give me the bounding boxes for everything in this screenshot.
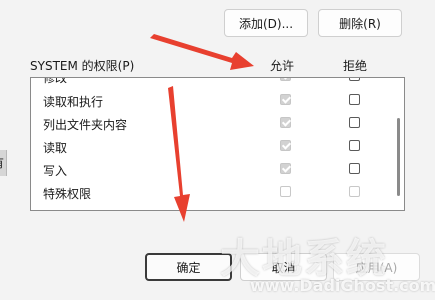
allow-checkbox[interactable] bbox=[280, 163, 291, 174]
background-window-edge: 有 bbox=[0, 150, 7, 176]
permission-label: 写入 bbox=[43, 164, 68, 178]
permissions-list: 修改 读取和执行 列出文件夹内容 读取 写入 特殊权限 bbox=[30, 77, 405, 211]
allow-checkbox[interactable] bbox=[280, 117, 291, 128]
deny-checkbox[interactable] bbox=[349, 78, 360, 81]
permission-row: 读取 bbox=[31, 136, 391, 158]
ok-button[interactable]: 确定 bbox=[145, 253, 232, 281]
deny-checkbox[interactable] bbox=[349, 163, 360, 174]
deny-checkbox[interactable] bbox=[349, 140, 360, 151]
allow-checkbox[interactable] bbox=[280, 78, 291, 81]
allow-checkbox[interactable] bbox=[280, 140, 291, 151]
cancel-button[interactable]: 取消 bbox=[240, 253, 327, 281]
remove-button[interactable]: 删除(R) bbox=[318, 9, 402, 37]
deny-checkbox[interactable] bbox=[349, 94, 360, 105]
apply-button[interactable]: 应用(A) bbox=[333, 253, 420, 281]
permissions-title: SYSTEM 的权限(P) bbox=[30, 59, 135, 73]
add-button[interactable]: 添加(D)... bbox=[224, 9, 308, 37]
allow-checkbox[interactable] bbox=[280, 186, 291, 197]
permission-label: 修改 bbox=[43, 77, 68, 85]
permissions-dialog: 有 添加(D)... 删除(R) SYSTEM 的权限(P) 允许 拒绝 修改 … bbox=[0, 0, 435, 300]
permissions-header: SYSTEM 的权限(P) 允许 拒绝 bbox=[30, 57, 410, 75]
permission-label: 特殊权限 bbox=[43, 187, 92, 201]
allow-column-header: 允许 bbox=[270, 59, 295, 73]
permission-row: 修改 bbox=[31, 77, 391, 88]
permission-label: 读取 bbox=[43, 141, 68, 155]
list-scrollbar[interactable] bbox=[397, 118, 400, 196]
permission-row: 列出文件夹内容 bbox=[31, 113, 391, 135]
deny-checkbox[interactable] bbox=[349, 186, 360, 197]
deny-checkbox[interactable] bbox=[349, 117, 360, 128]
permission-label: 列出文件夹内容 bbox=[43, 118, 128, 132]
permission-label: 读取和执行 bbox=[43, 95, 104, 109]
permission-row: 特殊权限 bbox=[31, 182, 391, 204]
permission-row: 读取和执行 bbox=[31, 90, 391, 112]
permission-row: 写入 bbox=[31, 159, 391, 181]
background-window-text: 有 bbox=[0, 154, 4, 171]
deny-column-header: 拒绝 bbox=[343, 59, 368, 73]
allow-checkbox[interactable] bbox=[280, 94, 291, 105]
